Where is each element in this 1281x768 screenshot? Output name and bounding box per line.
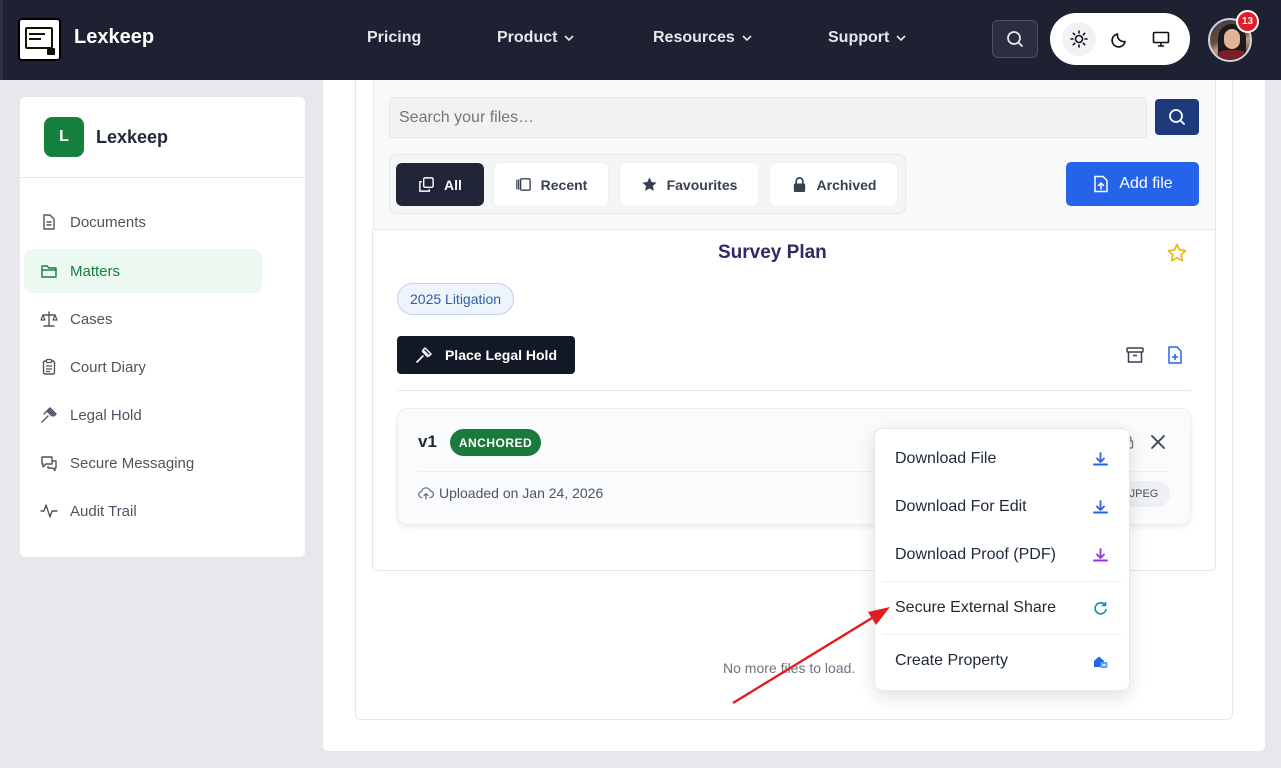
menu-item-download-for-edit[interactable]: Download For Edit (875, 485, 1129, 529)
chevron-down-icon (896, 35, 906, 42)
menu-item-label: Download For Edit (895, 498, 1027, 515)
menu-item-download-file[interactable]: Download File (875, 437, 1129, 481)
nav-support-label: Support (828, 29, 890, 46)
global-search-button[interactable] (992, 20, 1038, 58)
tab-all[interactable]: All (396, 163, 484, 206)
sidebar-item-audit-trail[interactable]: Audit Trail (24, 489, 262, 533)
dark-theme-button[interactable] (1103, 22, 1137, 56)
sidebar-item-matters[interactable]: Matters (24, 249, 262, 293)
share-icon (1094, 601, 1107, 615)
menu-item-download-proof[interactable]: Download Proof (PDF) (875, 533, 1129, 577)
tab-favourites-label: Favourites (666, 176, 738, 193)
place-legal-hold-label: Place Legal Hold (444, 347, 558, 363)
nav-product-label: Product (497, 29, 558, 46)
tab-archived[interactable]: Archived (770, 163, 897, 206)
sidebar-item-label: Audit Trail (70, 502, 137, 520)
chat-icon (41, 456, 57, 472)
upload-info: Uploaded on Jan 24, 2026 (418, 485, 603, 501)
menu-item-create-property[interactable]: Create Property (875, 639, 1129, 683)
download-icon (1093, 451, 1108, 465)
matter-tag[interactable]: 2025 Litigation (397, 283, 515, 315)
sidebar-item-label: Cases (70, 310, 113, 328)
brand-name[interactable]: Lexkeep (74, 26, 154, 49)
gallery-icon (515, 178, 531, 191)
document-title: Survey Plan (718, 242, 827, 263)
sidebar-item-label: Documents (70, 213, 146, 231)
gavel-icon (41, 407, 57, 423)
tab-favourites[interactable]: Favourites (620, 163, 758, 206)
sidebar-item-label: Legal Hold (70, 406, 142, 424)
star-outline-icon (1167, 243, 1187, 262)
star-icon (642, 177, 657, 191)
clipboard-icon (42, 358, 56, 375)
nav-product[interactable]: Product (497, 29, 575, 47)
version-label: v1 (418, 432, 437, 451)
file-upload-icon (1094, 175, 1109, 193)
nav-support[interactable]: Support (828, 29, 907, 47)
search-icon (1007, 31, 1023, 47)
close-icon[interactable] (1148, 432, 1168, 452)
property-icon (1094, 656, 1108, 668)
download-icon (1093, 547, 1108, 561)
search-icon (1169, 109, 1185, 125)
workspace-title: Lexkeep (96, 127, 169, 147)
menu-item-label: Create Property (895, 652, 1008, 669)
file-search-input[interactable] (389, 97, 1147, 138)
upload-date: Uploaded on Jan 24, 2026 (439, 485, 604, 501)
sun-icon (1069, 30, 1088, 48)
sidebar-item-label: Secure Messaging (70, 454, 195, 472)
folder-icon (41, 265, 57, 278)
add-file-button[interactable]: Add file (1066, 162, 1199, 206)
sidebar-item-documents[interactable]: Documents (24, 200, 262, 244)
scales-icon (40, 311, 58, 327)
gavel-icon (416, 347, 432, 363)
sidebar-item-secure-messaging[interactable]: Secure Messaging (24, 441, 262, 485)
sidebar-header: L Lexkeep (20, 97, 305, 178)
app-logo-icon[interactable] (18, 18, 61, 61)
theme-switcher (1050, 13, 1190, 65)
light-theme-button[interactable] (1061, 22, 1096, 56)
tab-all-label: All (444, 176, 462, 193)
sidebar-item-legal-hold[interactable]: Legal Hold (24, 393, 262, 437)
divider (397, 390, 1191, 391)
menu-item-label: Secure External Share (895, 599, 1056, 616)
chevron-down-icon (564, 35, 575, 42)
tab-archived-label: Archived (816, 176, 877, 193)
add-file-label: Add file (1119, 175, 1173, 192)
sidebar-item-cases[interactable]: Cases (24, 297, 262, 341)
anchored-badge: ANCHORED (450, 429, 541, 456)
favourite-button[interactable] (1166, 242, 1188, 269)
chevron-down-icon (742, 35, 752, 42)
tab-recent-label: Recent (540, 176, 588, 193)
menu-item-label: Download File (895, 450, 997, 467)
system-theme-button[interactable] (1144, 22, 1178, 56)
document-icon (43, 214, 55, 230)
add-version-icon[interactable] (1165, 345, 1185, 365)
sidebar-item-label: Matters (70, 262, 121, 280)
tab-recent[interactable]: Recent (494, 163, 608, 206)
menu-item-label: Download Proof (PDF) (895, 546, 1056, 563)
menu-divider (883, 634, 1121, 635)
menu-item-secure-external-share[interactable]: Secure External Share (875, 586, 1129, 630)
sidebar-item-label: Court Diary (70, 358, 146, 376)
nav-pricing[interactable]: Pricing (367, 29, 421, 47)
download-icon (1093, 499, 1108, 513)
copy-icon (419, 177, 434, 192)
lock-icon (793, 177, 805, 193)
file-search-button[interactable] (1155, 99, 1199, 135)
archive-icon[interactable] (1125, 345, 1145, 365)
nav-resources-label: Resources (653, 29, 735, 46)
activity-icon (40, 504, 58, 518)
moon-icon (1111, 33, 1126, 48)
nav-pricing-label: Pricing (367, 29, 422, 46)
place-legal-hold-button[interactable]: Place Legal Hold (397, 336, 575, 374)
nav-resources[interactable]: Resources (653, 29, 753, 47)
sidebar-item-court-diary[interactable]: Court Diary (24, 345, 262, 389)
menu-divider (883, 581, 1121, 582)
notification-count-badge: 13 (1236, 10, 1259, 33)
workspace-logo: L (44, 117, 84, 157)
cloud-upload-icon (418, 487, 434, 500)
monitor-icon (1153, 31, 1170, 47)
no-more-files-text: No more files to load. (723, 660, 856, 676)
